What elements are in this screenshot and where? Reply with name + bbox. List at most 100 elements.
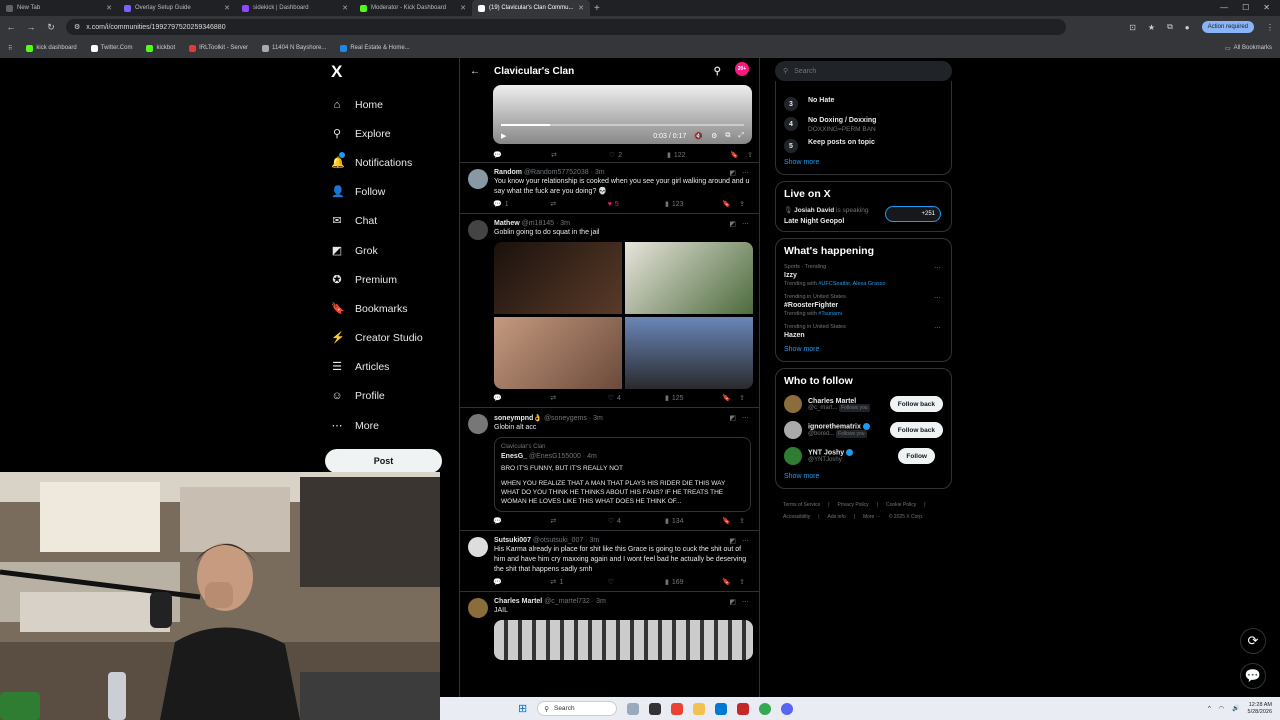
sidebar-item-home[interactable]: ⌂ Home xyxy=(325,90,445,119)
chat-fab-icon[interactable]: 💬 xyxy=(1240,663,1266,689)
avatar[interactable] xyxy=(468,169,488,189)
footer-link[interactable]: More ··· xyxy=(863,514,881,520)
more-icon[interactable]: ⋯ xyxy=(742,598,749,606)
views-button[interactable]: ▮ 134 xyxy=(665,517,722,526)
media-image[interactable] xyxy=(494,620,753,660)
reply-button[interactable]: 💬 xyxy=(493,394,550,402)
close-icon[interactable]: ✕ xyxy=(106,4,112,12)
show-more-link[interactable]: Show more xyxy=(784,346,943,353)
tab-kick-moderator[interactable]: Moderator - Kick Dashboard ✕ xyxy=(354,0,472,16)
maximize-icon[interactable]: ☐ xyxy=(1242,3,1249,12)
trend-item[interactable]: Sports · Trending Izzy Trending with #UFCS… xyxy=(784,264,943,287)
grok-icon[interactable]: ◩ xyxy=(729,414,736,422)
avatar[interactable] xyxy=(784,447,802,465)
share-icon[interactable]: ⇪ xyxy=(739,517,745,525)
like-button[interactable]: ♡ xyxy=(608,578,665,586)
bookmark-icon[interactable]: 🔖 xyxy=(722,578,731,586)
more-icon[interactable]: ⋯ xyxy=(742,414,749,422)
site-info-icon[interactable]: ⚙ xyxy=(74,23,80,31)
grok-icon[interactable]: ◩ xyxy=(729,598,736,606)
store-icon[interactable] xyxy=(715,702,728,715)
menu-icon[interactable]: ⋮ xyxy=(1266,23,1274,32)
tweet[interactable]: ◩ ⋯ soneympnd👌 @soneygems · 3m Globin alt… xyxy=(460,407,759,530)
search-input[interactable]: ⚲ Search xyxy=(775,61,952,81)
chrome-icon[interactable] xyxy=(671,702,684,715)
tweet[interactable]: ◩ ⋯ Mathew @m18145 · 3m Goblin going to d… xyxy=(460,213,759,407)
follow-back-button[interactable]: Follow back xyxy=(889,422,943,438)
avatar[interactable] xyxy=(468,598,488,618)
more-icon[interactable]: ⋯ xyxy=(934,324,941,332)
views-button[interactable]: ▮ 123 xyxy=(665,200,722,209)
bookmark-item[interactable]: kick dashboard xyxy=(26,44,77,52)
avatar[interactable] xyxy=(468,220,488,240)
extensions-icon[interactable]: ⧉ xyxy=(1167,22,1173,32)
footer-link[interactable]: Privacy Policy xyxy=(838,502,869,508)
file-explorer-icon[interactable] xyxy=(693,702,706,715)
share-icon[interactable]: ⇪ xyxy=(747,151,753,159)
video-progress[interactable] xyxy=(501,124,744,126)
settings-icon[interactable]: ⚙ xyxy=(711,132,717,140)
tweet[interactable]: ◩ ⋯ Charles Martel @c_martel732 · 3m JAIL xyxy=(460,591,759,662)
author-name[interactable]: soneympnd👌 xyxy=(494,415,542,422)
close-icon[interactable]: ✕ xyxy=(578,4,584,12)
discord-icon[interactable] xyxy=(781,702,794,715)
wifi-icon[interactable]: ◠ xyxy=(1219,705,1224,712)
taskview-icon[interactable] xyxy=(627,702,640,715)
repost-button[interactable]: ⇄ 1 xyxy=(550,578,607,587)
avatar[interactable] xyxy=(784,395,802,413)
share-icon[interactable]: ⇪ xyxy=(739,394,745,402)
forward-icon[interactable]: → xyxy=(26,22,36,32)
trend-hashtags[interactable]: #Tsunami xyxy=(818,311,842,317)
app-icon[interactable] xyxy=(649,702,662,715)
quoted-tweet[interactable]: Clavicular's Clan EnesG_ @EnesG155000 · … xyxy=(494,437,751,512)
live-listeners-pill[interactable]: +251 xyxy=(885,206,941,222)
reply-button[interactable]: 💬 xyxy=(493,517,550,525)
play-icon[interactable]: ▶ xyxy=(501,132,506,140)
like-button[interactable]: ♥ 5 xyxy=(608,201,665,208)
pip-icon[interactable]: ⧉ xyxy=(725,132,730,140)
grok-icon[interactable]: ◩ xyxy=(729,220,736,228)
avatar[interactable] xyxy=(468,414,488,434)
tweet[interactable]: ◩ ⋯ Random @Random57752038 · 3m You know … xyxy=(460,162,759,213)
sidebar-item-chat[interactable]: ✉ Chat xyxy=(325,207,445,236)
minimize-icon[interactable]: — xyxy=(1220,3,1228,12)
mute-icon[interactable]: 🔇 xyxy=(694,132,703,140)
reload-icon[interactable]: ↻ xyxy=(46,22,56,33)
tab-overlay-guide[interactable]: Overlay Setup Guide ✕ xyxy=(118,0,236,16)
repost-button[interactable]: ⇄ xyxy=(550,517,607,525)
tab-clavicular-clan[interactable]: (19) Clavicular's Clan Commu... ✕ xyxy=(472,0,590,16)
more-icon[interactable]: ⋯ xyxy=(934,264,941,272)
fullscreen-icon[interactable]: ⤢ xyxy=(738,132,744,140)
show-more-link[interactable]: Show more xyxy=(784,473,943,480)
like-button[interactable]: ♡ 4 xyxy=(608,394,665,403)
chrome-icon[interactable] xyxy=(759,702,772,715)
bookmark-icon[interactable]: 🔖 xyxy=(722,200,731,208)
volume-icon[interactable]: 🔊 xyxy=(1232,705,1239,712)
close-window-icon[interactable]: ✕ xyxy=(1263,3,1270,12)
star-icon[interactable]: ★ xyxy=(1148,23,1155,32)
chevron-up-icon[interactable]: ^ xyxy=(1208,706,1211,712)
close-icon[interactable]: ✕ xyxy=(224,4,230,12)
media-image[interactable] xyxy=(625,317,753,389)
author-name[interactable]: Random xyxy=(494,169,522,176)
avatar[interactable] xyxy=(468,537,488,557)
more-icon[interactable]: ⋯ xyxy=(934,294,941,302)
app-icon[interactable] xyxy=(737,702,750,715)
author-name[interactable]: Sutsuki007 xyxy=(494,537,531,544)
back-arrow-icon[interactable]: ← xyxy=(470,66,480,77)
follow-button[interactable]: Follow xyxy=(898,448,935,464)
like-button[interactable]: ♡ 4 xyxy=(608,517,665,526)
sidebar-item-articles[interactable]: ☰ Articles xyxy=(325,353,445,382)
apps-icon[interactable]: ⠿ xyxy=(8,45,12,52)
taskbar-search[interactable]: ⚲ Search xyxy=(537,701,618,716)
views-button[interactable]: ▮ 125 xyxy=(665,394,722,403)
follow-back-button[interactable]: Follow back xyxy=(889,396,943,412)
post-button[interactable]: Post xyxy=(325,449,442,473)
grok-icon[interactable]: ◩ xyxy=(729,169,736,177)
address-bar[interactable]: ⚙ x.com/i/communities/1992797520259346880 xyxy=(66,19,1066,35)
sidebar-item-grok[interactable]: ◩ Grok xyxy=(325,236,445,265)
grok-icon[interactable]: ◩ xyxy=(729,537,736,545)
media-image[interactable] xyxy=(494,242,622,314)
author-name[interactable]: Mathew xyxy=(494,220,520,227)
views-button[interactable]: ▮ 169 xyxy=(665,578,722,587)
